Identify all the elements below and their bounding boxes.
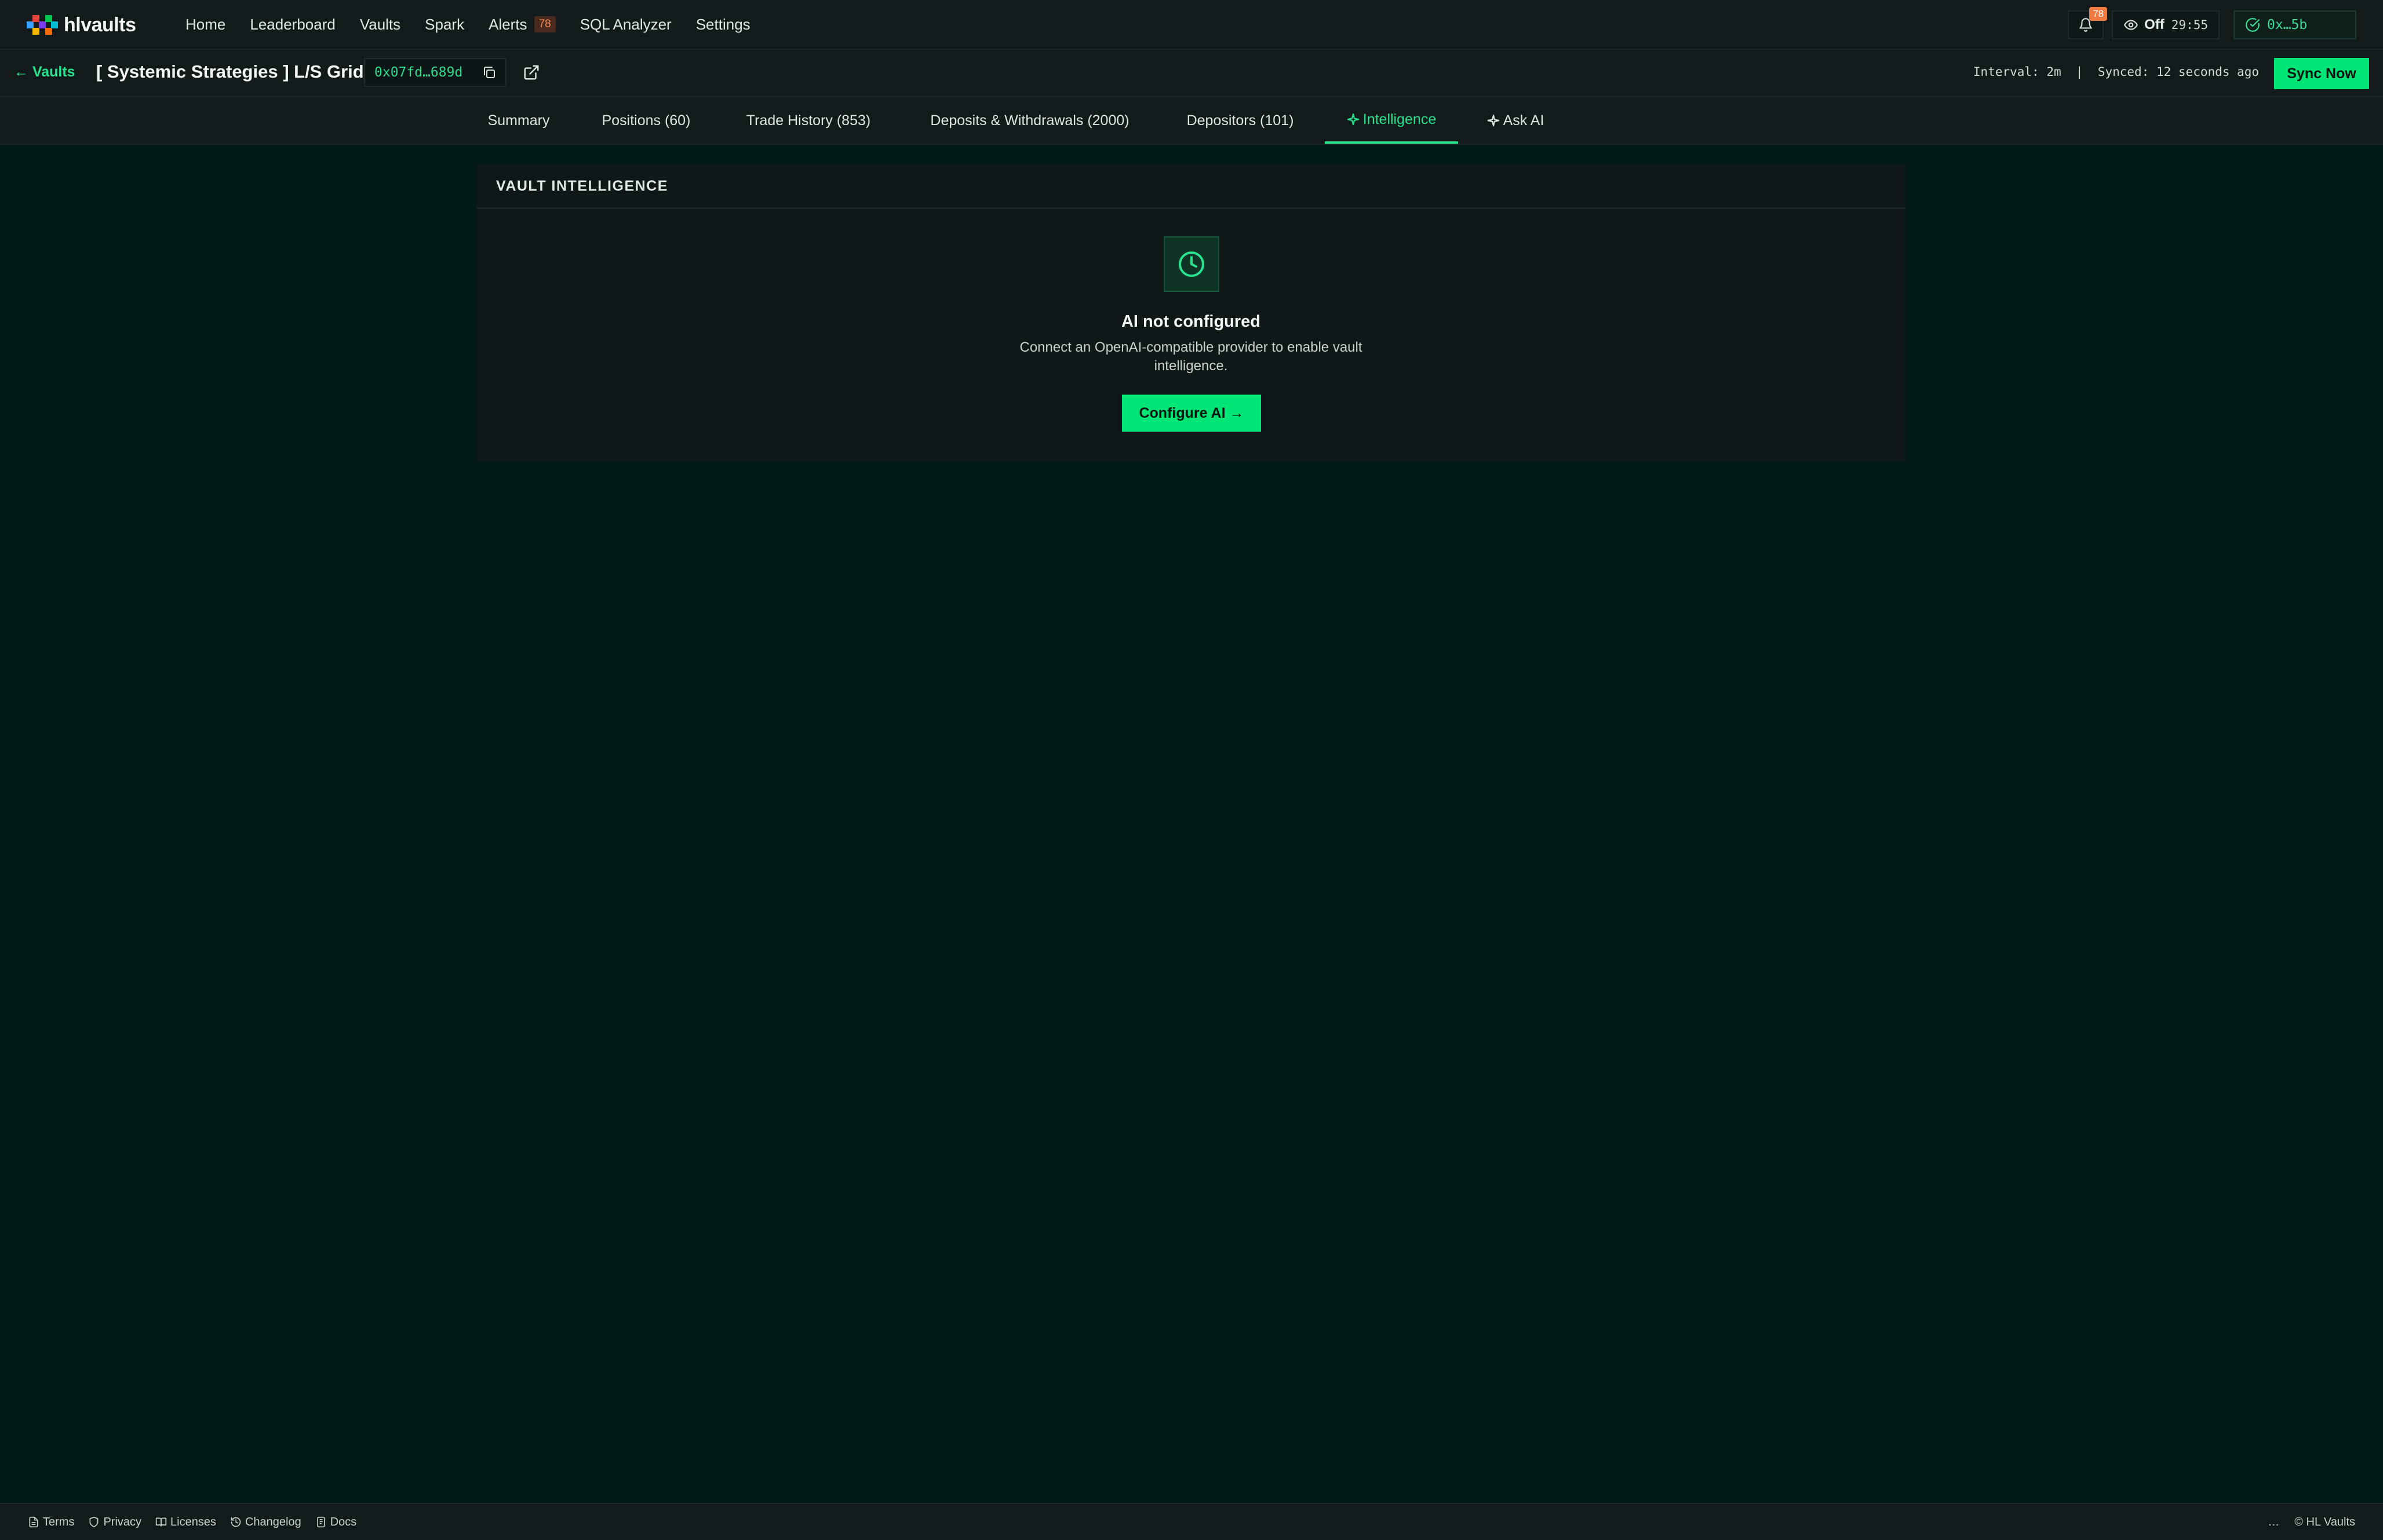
nav-alerts-label: Alerts	[489, 15, 527, 33]
nav-settings[interactable]: Settings	[696, 16, 750, 34]
watch-mode-label: Off	[2144, 17, 2165, 32]
logo-mark-icon	[27, 12, 58, 38]
footer-link-licenses[interactable]: Licenses	[155, 1516, 216, 1529]
footer-link-label: Privacy	[103, 1515, 142, 1528]
configure-ai-button[interactable]: Configure AI →	[1122, 395, 1261, 432]
tab-depositors[interactable]: Depositors (101)	[1174, 97, 1306, 144]
nav-spark[interactable]: Spark	[425, 16, 464, 34]
footer-link-label: Changelog	[245, 1515, 301, 1528]
vault-title: [ Systemic Strategies ] L/S Grids	[96, 61, 374, 82]
clock-icon	[1179, 251, 1204, 277]
vault-tabs: Summary Positions (60) Trade History (85…	[0, 97, 2383, 145]
footer-link-privacy[interactable]: Privacy	[88, 1516, 141, 1529]
sync-now-button[interactable]: Sync Now	[2274, 58, 2369, 89]
copy-icon[interactable]	[482, 65, 496, 79]
history-icon	[231, 1517, 241, 1527]
tab-ask-ai[interactable]: Ask AI	[1477, 97, 1554, 144]
footer-link-terms[interactable]: Terms	[28, 1516, 74, 1529]
nav-sql-analyzer[interactable]: SQL Analyzer	[580, 16, 672, 34]
footer-ellipsis: …	[2268, 1515, 2280, 1528]
tab-trade-history[interactable]: Trade History (853)	[731, 97, 886, 144]
check-circle-icon	[2246, 18, 2260, 32]
brand-name: hlvaults	[64, 13, 136, 36]
brand-logo[interactable]: hlvaults	[27, 12, 136, 38]
sparkle-icon	[1347, 113, 1360, 126]
sync-status: Interval: 2m | Synced: 12 seconds ago	[1973, 65, 2259, 79]
vault-header: ← Vaults [ Systemic Strategies ] L/S Gri…	[0, 50, 2383, 97]
book-icon	[155, 1517, 167, 1527]
top-navigation-bar: hlvaults Home Leaderboard Vaults Spark A…	[0, 0, 2383, 50]
vault-address-chip[interactable]: 0x07fd…689d	[364, 58, 507, 87]
docs-icon	[317, 1516, 325, 1528]
nav-leaderboard[interactable]: Leaderboard	[250, 16, 335, 34]
tab-intelligence-label: Intelligence	[1362, 111, 1437, 127]
footer-link-label: Docs	[330, 1515, 357, 1528]
notifications-count-badge: 78	[2089, 7, 2108, 21]
tab-summary[interactable]: Summary	[476, 97, 561, 144]
wallet-button[interactable]: 0x…5b	[2233, 10, 2356, 39]
alerts-count-badge: 78	[534, 16, 556, 32]
shield-icon	[89, 1516, 99, 1528]
footer-link-label: Licenses	[170, 1515, 216, 1528]
tab-ask-ai-label: Ask AI	[1503, 112, 1544, 129]
nav-alerts[interactable]: Alerts 78	[489, 16, 556, 34]
tab-intelligence[interactable]: Intelligence	[1325, 97, 1458, 144]
watch-mode-toggle[interactable]: Off 29:55	[2112, 10, 2220, 39]
tab-deposits-withdrawals[interactable]: Deposits & Withdrawals (2000)	[914, 97, 1145, 144]
watch-mode-timer: 29:55	[2171, 18, 2208, 32]
document-icon	[29, 1516, 38, 1528]
nav-vaults[interactable]: Vaults	[360, 16, 400, 34]
footer-copyright: © HL Vaults	[2294, 1515, 2355, 1528]
panel-title: VAULT INTELLIGENCE	[476, 165, 1905, 209]
sparkle-icon	[1487, 114, 1499, 127]
footer-link-docs[interactable]: Docs	[315, 1515, 357, 1529]
notifications-button[interactable]: 78	[2068, 7, 2108, 39]
footer: Terms Privacy Licenses Changelog Docs … …	[0, 1503, 2383, 1540]
eye-icon	[2124, 20, 2138, 30]
wallet-address: 0x…5b	[2267, 17, 2308, 32]
external-link-icon[interactable]	[523, 64, 540, 81]
vault-address: 0x07fd…689d	[374, 65, 463, 80]
footer-link-changelog[interactable]: Changelog	[230, 1516, 301, 1529]
footer-link-label: Terms	[43, 1515, 75, 1528]
nav-home[interactable]: Home	[185, 16, 225, 34]
empty-state-description: Connect an OpenAI-compatible provider to…	[1019, 340, 1362, 374]
footer-links: Terms Privacy Licenses Changelog Docs	[28, 1504, 370, 1540]
vault-intelligence-panel: VAULT INTELLIGENCE AI not configured Con…	[476, 165, 1905, 461]
app-root: hlvaults Home Leaderboard Vaults Spark A…	[0, 0, 2383, 1540]
ai-status-icon-box	[1164, 236, 1219, 292]
empty-state-title: AI not configured	[1121, 312, 1261, 331]
tab-positions[interactable]: Positions (60)	[590, 97, 702, 144]
top-right-controls: 78 Off 29:55 0x…5b	[2068, 7, 2356, 39]
main-nav: Home Leaderboard Vaults Spark Alerts 78 …	[185, 0, 775, 49]
back-to-vaults-link[interactable]: ← Vaults	[14, 64, 75, 81]
footer-right: … © HL Vaults	[2268, 1504, 2355, 1540]
